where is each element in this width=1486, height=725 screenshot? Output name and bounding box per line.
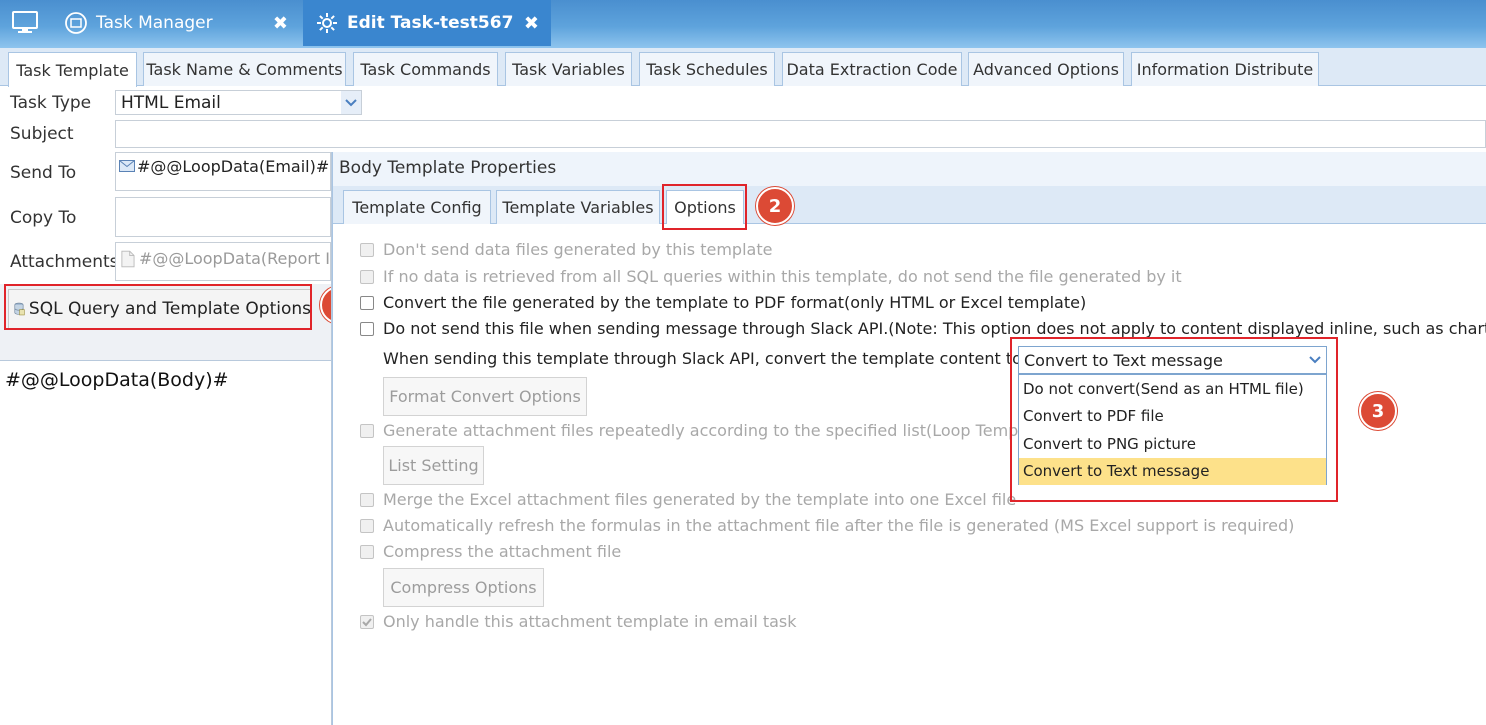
divider [0, 360, 331, 361]
option-label: Merge the Excel attachment files generat… [383, 490, 1017, 509]
subject-label: Subject [10, 124, 74, 144]
option-only-email-task[interactable]: Only handle this attachment template in … [360, 612, 797, 631]
checkbox[interactable] [360, 518, 374, 533]
body-content-text: #@@LoopData(Body)# [5, 369, 229, 391]
option-compress[interactable]: Compress the attachment file [360, 542, 621, 561]
email-icon [119, 160, 135, 172]
checkbox[interactable] [360, 295, 374, 310]
close-icon[interactable]: ✖ [273, 13, 288, 34]
list-setting-button[interactable]: List Setting [383, 446, 484, 485]
document-icon [121, 250, 135, 268]
option-label: Don't send data files generated by this … [383, 240, 773, 259]
tab-task-schedules[interactable]: Task Schedules [639, 52, 775, 86]
step-badge-2: 2 [756, 187, 794, 225]
tab-label: Template Config [352, 198, 482, 217]
highlight-box-3 [1010, 337, 1338, 502]
tab-label: Data Extraction Code [786, 60, 958, 79]
option-label: Generate attachment files repeatedly acc… [383, 421, 1033, 440]
checkbox[interactable] [360, 423, 374, 438]
option-generate-repeatedly[interactable]: Generate attachment files repeatedly acc… [360, 421, 1033, 440]
option-label: Only handle this attachment template in … [383, 612, 797, 631]
gear-icon [317, 13, 337, 33]
window-tab-task-manager[interactable]: Task Manager ✖ [52, 0, 300, 46]
option-label: If no data is retrieved from all SQL que… [383, 267, 1182, 286]
tab-template-config[interactable]: Template Config [343, 190, 491, 224]
option-label: Convert the file generated by the templa… [383, 293, 1087, 312]
tab-template-variables[interactable]: Template Variables [496, 190, 660, 224]
task-type-select[interactable]: HTML Email [115, 90, 362, 115]
tab-label: Task Variables [512, 60, 625, 79]
highlight-box-2 [662, 184, 747, 230]
send-to-value: #@@LoopData(Email)# [137, 157, 330, 176]
format-convert-options-button[interactable]: Format Convert Options [383, 377, 587, 416]
main-tab-strip: Task Template Task Name & Comments Task … [0, 48, 1486, 87]
window-tab-bar: Task Manager ✖ Edit Task-test567 ✖ [0, 0, 1486, 48]
send-to-input[interactable]: #@@LoopData(Email)# [115, 152, 331, 191]
send-to-label: Send To [10, 163, 77, 183]
option-convert-to-pdf[interactable]: Convert the file generated by the templa… [360, 293, 1086, 312]
body-panel-tab-strip: Template Config Template Variables Optio… [333, 186, 1486, 224]
close-icon[interactable]: ✖ [524, 13, 539, 34]
checkbox-checked[interactable] [360, 614, 374, 629]
tab-label: Task Schedules [646, 60, 768, 79]
tab-label: Information Distribute [1136, 60, 1314, 79]
copy-to-label: Copy To [10, 208, 77, 228]
tab-task-variables[interactable]: Task Variables [505, 52, 632, 86]
slack-convert-label: When sending this template through Slack… [383, 349, 1022, 368]
compress-options-button[interactable]: Compress Options [383, 568, 544, 607]
task-type-label: Task Type [10, 93, 92, 113]
option-slack-no-send[interactable]: Do not send this file when sending messa… [360, 319, 1486, 338]
tab-task-name-comments[interactable]: Task Name & Comments [143, 52, 346, 86]
chevron-down-icon [341, 91, 361, 114]
task-type-value: HTML Email [121, 92, 221, 113]
window-tab-label: Edit Task-test567 [347, 13, 514, 33]
window-tab-label: Task Manager [96, 13, 213, 33]
tab-label: Template Variables [502, 198, 654, 217]
tab-task-template[interactable]: Task Template [8, 52, 137, 87]
option-merge-excel[interactable]: Merge the Excel attachment files generat… [360, 490, 1016, 509]
attachments-label: Attachments [10, 252, 119, 272]
highlight-box-1 [4, 284, 312, 330]
monitor-icon[interactable] [12, 11, 38, 35]
option-dont-send-data-files[interactable]: Don't send data files generated by this … [360, 240, 772, 259]
tab-information-distribute[interactable]: Information Distribute [1131, 52, 1319, 86]
copy-to-input[interactable] [115, 197, 331, 237]
check-icon [362, 617, 372, 626]
checkbox[interactable] [360, 544, 374, 559]
option-no-data-no-send[interactable]: If no data is retrieved from all SQL que… [360, 267, 1182, 286]
tab-task-commands[interactable]: Task Commands [353, 52, 498, 86]
tab-advanced-options[interactable]: Advanced Options [968, 52, 1124, 86]
tab-label: Task Template [16, 60, 129, 80]
checkbox[interactable] [360, 321, 374, 336]
tab-label: Task Commands [360, 60, 491, 79]
body-panel-title: Body Template Properties [333, 152, 1486, 186]
checkbox[interactable] [360, 492, 374, 507]
option-label: Automatically refresh the formulas in th… [383, 516, 1295, 535]
option-label: Do not send this file when sending messa… [383, 319, 1486, 338]
window-tab-edit-task[interactable]: Edit Task-test567 ✖ [303, 0, 551, 46]
checkbox[interactable] [360, 242, 374, 257]
attachments-value: #@@LoopData(Report I [138, 249, 330, 268]
checkbox[interactable] [360, 269, 374, 284]
step-badge-3: 3 [1359, 392, 1397, 430]
tab-data-extraction-code[interactable]: Data Extraction Code [782, 52, 962, 86]
subject-input[interactable] [115, 120, 1486, 148]
tab-label: Advanced Options [973, 60, 1119, 79]
attachments-input[interactable]: #@@LoopData(Report I [115, 242, 331, 281]
tab-label: Task Name & Comments [146, 60, 343, 79]
option-refresh-formulas[interactable]: Automatically refresh the formulas in th… [360, 516, 1294, 535]
task-manager-icon [65, 12, 87, 34]
option-label: Compress the attachment file [383, 542, 622, 561]
